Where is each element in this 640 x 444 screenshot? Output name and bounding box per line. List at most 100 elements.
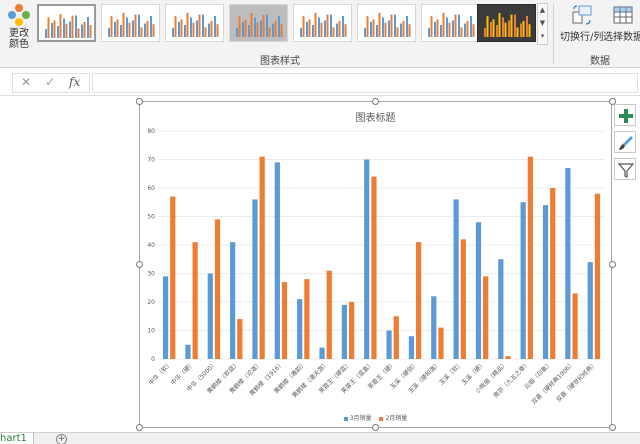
- style-preview-bar: [448, 22, 451, 37]
- style-preview-bar: [452, 20, 454, 37]
- chart-style-2[interactable]: [101, 4, 160, 42]
- ribbon: 更改 颜色 ▲ ▼ ▾ 图表样式 切换行/列 选择数据 数据: [0, 0, 640, 68]
- resize-handle-mr[interactable]: [609, 261, 616, 268]
- bar-series2: [192, 242, 198, 359]
- formula-bar-buttons: ✕ ✓ fx: [12, 73, 90, 93]
- chart-style-3[interactable]: [165, 4, 224, 42]
- style-preview-bar: [53, 20, 56, 38]
- bar-series2: [326, 270, 332, 359]
- style-preview-bar: [83, 22, 86, 38]
- style-preview-bar: [338, 21, 341, 37]
- style-preview-bar: [242, 22, 244, 37]
- chart-style-8[interactable]: [477, 4, 536, 42]
- bar-series1: [542, 205, 549, 359]
- sheet-tab-chart1[interactable]: hart1: [0, 433, 34, 444]
- bar-series2: [438, 327, 444, 359]
- style-preview-bar: [504, 22, 507, 37]
- bar-series1: [453, 199, 459, 359]
- chart-styles-button[interactable]: [614, 131, 636, 153]
- resize-handle-tm[interactable]: [372, 98, 379, 105]
- chart-style-preview: [300, 13, 347, 38]
- style-preview-bar: [180, 19, 183, 37]
- style-preview-bar: [342, 16, 344, 37]
- style-preview-bar: [116, 19, 119, 37]
- style-preview-bar: [214, 16, 216, 37]
- style-preview-bar: [174, 16, 177, 37]
- bar-series2: [170, 196, 176, 359]
- style-preview-bar: [446, 17, 448, 37]
- enter-icon[interactable]: ✓: [45, 75, 55, 89]
- bar-series1: [364, 159, 370, 359]
- chart-style-preview: [484, 13, 531, 38]
- style-preview-bar: [51, 23, 53, 38]
- style-preview-bar: [132, 20, 134, 37]
- style-preview-bar: [236, 28, 238, 37]
- palette-icon: [8, 4, 30, 26]
- resize-handle-br[interactable]: [609, 424, 616, 431]
- style-preview-bar: [262, 14, 265, 38]
- style-preview-bar: [388, 20, 390, 37]
- style-preview-bar: [266, 14, 268, 37]
- chart-filters-button[interactable]: [614, 158, 636, 180]
- bar-series2: [550, 188, 556, 359]
- resize-handle-bm[interactable]: [372, 424, 379, 431]
- formula-input[interactable]: [92, 73, 638, 93]
- style-preview-bar: [210, 21, 213, 37]
- select-data-button[interactable]: 选择数据: [603, 4, 640, 43]
- style-preview-bar: [470, 16, 472, 37]
- style-preview-bar: [186, 13, 189, 37]
- bar-series1: [207, 273, 213, 359]
- legend-item-series2: 2月销量: [379, 413, 407, 422]
- legend-swatch-series1: [343, 416, 348, 421]
- resize-handle-bl[interactable]: [136, 424, 143, 431]
- chart-style-1[interactable]: [37, 4, 96, 42]
- gallery-more-icon[interactable]: ▾: [538, 30, 547, 43]
- style-preview-bar: [190, 17, 192, 37]
- style-preview-bar: [108, 28, 110, 37]
- chart-style-4[interactable]: [229, 4, 288, 42]
- resize-handle-tl[interactable]: [136, 98, 143, 105]
- filter-icon: [617, 163, 635, 178]
- plot-area[interactable]: 01020304050607080中华（软）中华（硬）中华（5000）黄鹤楼（软…: [140, 102, 613, 429]
- bar-series2: [237, 319, 243, 359]
- y-tick-label: 60: [147, 185, 155, 192]
- style-preview-bar: [384, 22, 387, 37]
- chart-style-6[interactable]: [357, 4, 416, 42]
- switch-row-column-button[interactable]: 切换行/列: [560, 4, 603, 43]
- bar-series2: [572, 293, 578, 359]
- y-tick-label: 40: [147, 242, 155, 249]
- chart-legend[interactable]: 3月销量 2月销量: [140, 413, 611, 422]
- change-colors-label-1: 更改: [9, 28, 29, 39]
- style-preview-bar: [268, 27, 271, 37]
- change-colors-button[interactable]: 更改 颜色: [4, 4, 34, 52]
- chart-elements-button[interactable]: [614, 104, 636, 126]
- bar-series2: [527, 156, 533, 359]
- scroll-up-icon[interactable]: ▲: [538, 4, 547, 17]
- style-preview-bar: [492, 19, 495, 37]
- scroll-down-icon[interactable]: ▼: [538, 17, 547, 30]
- add-sheet-button[interactable]: +: [56, 434, 67, 444]
- style-preview-bar: [336, 23, 338, 37]
- chart-style-5[interactable]: [293, 4, 352, 42]
- cancel-icon[interactable]: ✕: [21, 75, 31, 89]
- style-preview-bar: [81, 24, 83, 38]
- style-preview-bar: [89, 25, 92, 38]
- insert-function-icon[interactable]: fx: [69, 75, 80, 89]
- gallery-scroll[interactable]: ▲ ▼ ▾: [537, 3, 548, 45]
- style-preview-bar: [87, 17, 89, 38]
- style-preview-bar: [216, 24, 219, 37]
- y-tick-label: 80: [147, 128, 155, 135]
- legend-swatch-series2: [379, 416, 384, 421]
- style-preview-bar: [134, 14, 137, 38]
- style-preview-bar: [77, 28, 80, 38]
- bar-series1: [565, 168, 571, 359]
- bar-series1: [341, 304, 347, 359]
- bar-series2: [348, 302, 355, 359]
- chart-style-7[interactable]: [421, 4, 480, 42]
- style-preview-bar: [382, 17, 384, 37]
- resize-handle-ml[interactable]: [136, 261, 143, 268]
- style-preview-bar: [120, 25, 122, 37]
- chart-object[interactable]: 图表标题 0 10 20 30 40 50 60 70 80 中华（软） 中华（硬） 中华（5000）…: [139, 101, 612, 428]
- bar-series1: [230, 242, 236, 359]
- switch-row-column-label: 切换行/列: [560, 32, 604, 43]
